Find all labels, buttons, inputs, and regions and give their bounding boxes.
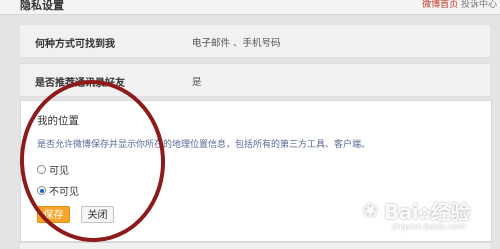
paw-logo-icon: ❀ (362, 198, 379, 222)
page-title: 隐私设置 (20, 0, 64, 12)
hidden-option-label: 不可见 (49, 187, 79, 198)
recommend-contacts-value: 是 (192, 77, 202, 88)
top-bar: 隐私设置 微博首页 投诉中心 (0, 0, 500, 15)
save-button[interactable]: 保存 (37, 206, 70, 223)
weibo-home-link[interactable]: 微博首页 (422, 0, 458, 10)
contact-method-label: 何种方式可找到我 (35, 39, 115, 50)
hidden-option[interactable]: 不可见 (37, 183, 79, 198)
watermark-brand: Bai✿经验 (384, 200, 471, 224)
contact-method-value: 电子邮件 、手机号码 (192, 38, 281, 49)
top-links: 微博首页 投诉中心 (422, 0, 497, 10)
complaint-center-link[interactable]: 投诉中心 (461, 0, 497, 10)
contact-method-row[interactable]: 何种方式可找到我 电子邮件 、手机号码 (20, 24, 490, 58)
hidden-radio[interactable] (37, 186, 46, 195)
paw-icon: ✿ (418, 204, 432, 223)
recommend-contacts-row[interactable]: 是否推荐通讯录好友 是 (20, 63, 490, 97)
recommend-contacts-label: 是否推荐通讯录好友 (35, 78, 125, 89)
visible-option[interactable]: 可见 (37, 162, 69, 177)
close-button[interactable]: 关闭 (81, 206, 114, 223)
visible-radio[interactable] (37, 165, 46, 174)
visible-option-label: 可见 (49, 166, 69, 177)
location-title: 我的位置 (37, 115, 79, 127)
location-description: 是否允许微博保存并显示你所在的地理位置信息，包括所有的第三方工具、客户端。 (37, 140, 371, 150)
watermark-url: jingyan.baidu.com (392, 222, 466, 231)
baidu-watermark: ❀ Bai✿经验 jingyan.baidu.com (362, 196, 494, 236)
